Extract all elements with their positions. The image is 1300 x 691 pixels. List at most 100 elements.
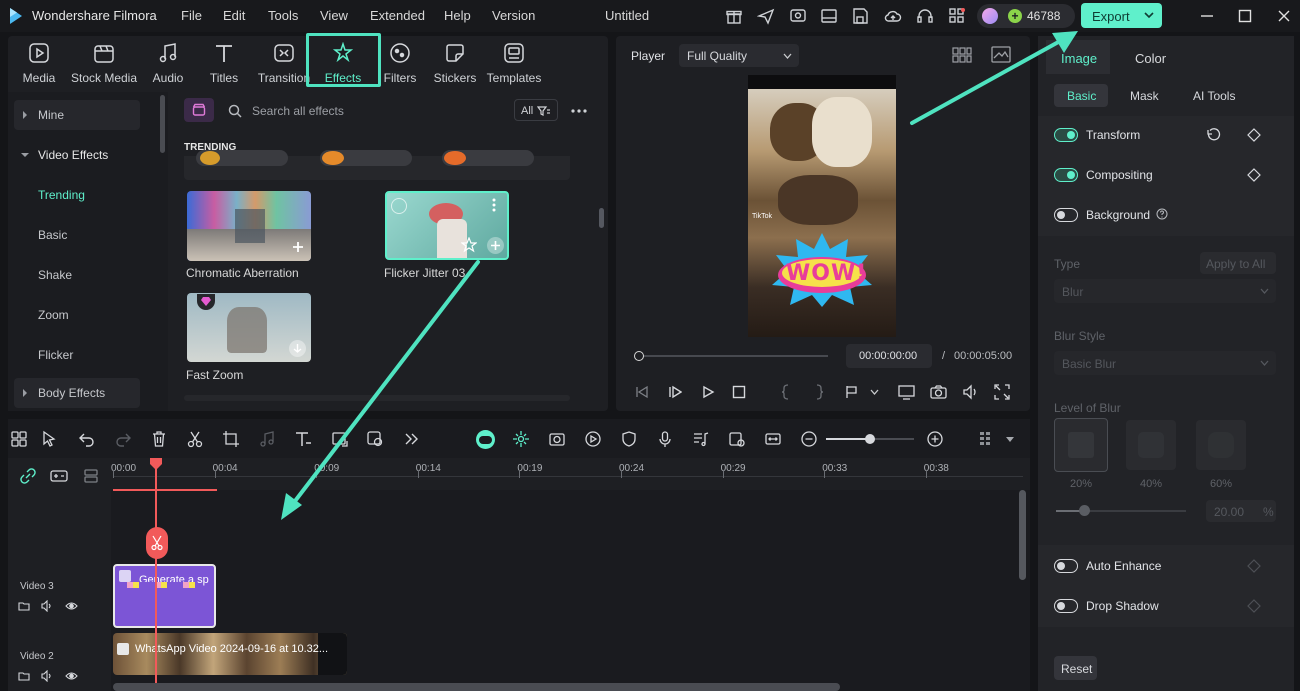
compositing-toggle[interactable]: [1054, 168, 1078, 182]
keyframe-diamond-icon[interactable]: [1247, 559, 1261, 573]
menu-version[interactable]: Version: [492, 8, 535, 23]
resize-icon[interactable]: [331, 430, 349, 448]
sidebar-item-basic[interactable]: Basic: [14, 220, 140, 250]
marker-icon[interactable]: [844, 384, 860, 400]
background-toggle[interactable]: [1054, 208, 1078, 222]
zoom-slider-handle[interactable]: [865, 434, 875, 444]
fit-width-icon[interactable]: [764, 430, 782, 448]
select-tool-icon[interactable]: [41, 430, 59, 448]
chevron-down-icon[interactable]: [1144, 11, 1154, 19]
tag-chip[interactable]: [442, 150, 534, 166]
cloud-upload-icon[interactable]: [884, 7, 902, 25]
effect-thumbnail-fast-zoom[interactable]: [187, 293, 311, 362]
apply-to-all-button[interactable]: Apply to All: [1200, 252, 1276, 274]
sidebar-item-flicker[interactable]: Flicker: [14, 340, 140, 370]
toolbar-audio[interactable]: Audio: [148, 38, 188, 85]
playhead-line[interactable]: [155, 458, 157, 691]
zoom-out-icon[interactable]: [800, 430, 818, 448]
filter-dropdown[interactable]: All: [514, 99, 558, 121]
timeline-vertical-scrollbar[interactable]: [1019, 490, 1026, 580]
toolbar-media[interactable]: Media: [16, 38, 62, 85]
auto-beat-sync-icon[interactable]: [512, 430, 530, 448]
camera-icon[interactable]: [930, 384, 947, 400]
eye-icon[interactable]: [65, 601, 78, 611]
avatar[interactable]: [982, 8, 998, 24]
folder-icon[interactable]: [18, 600, 30, 612]
more-options-icon[interactable]: [570, 108, 588, 114]
toolbar-templates[interactable]: Templates: [484, 38, 544, 85]
stop-icon[interactable]: [732, 385, 746, 399]
menu-view[interactable]: View: [320, 8, 348, 23]
subtab-basic[interactable]: Basic: [1054, 84, 1108, 107]
clip-settings-icon[interactable]: [728, 430, 746, 448]
close-icon[interactable]: [1276, 8, 1292, 24]
video-2-clip[interactable]: WhatsApp Video 2024-09-16 at 10.32...: [113, 633, 347, 675]
volume-icon[interactable]: [962, 384, 979, 400]
maximize-icon[interactable]: [1237, 8, 1253, 24]
in-out-range-bar[interactable]: [113, 489, 217, 491]
chevron-down-icon[interactable]: [870, 389, 879, 395]
previous-frame-icon[interactable]: [635, 385, 649, 399]
keyframe-diamond-icon[interactable]: [1247, 599, 1261, 613]
add-icon[interactable]: [487, 237, 504, 254]
tag-chip[interactable]: [320, 150, 412, 166]
effects-scrollbar[interactable]: [599, 208, 604, 228]
timeline-horizontal-scrollbar[interactable]: [113, 683, 840, 691]
mark-out-icon[interactable]: [814, 384, 824, 400]
search-input[interactable]: Search all effects: [252, 104, 344, 118]
menu-help[interactable]: Help: [444, 8, 471, 23]
track-options-icon[interactable]: [977, 430, 995, 448]
favorite-star-icon[interactable]: [461, 237, 477, 253]
preview-icon[interactable]: [391, 198, 407, 214]
drop-shadow-toggle[interactable]: [1054, 599, 1078, 613]
undo-icon[interactable]: [78, 430, 96, 448]
sidebar-scrollbar[interactable]: [160, 95, 165, 153]
send-icon[interactable]: [757, 7, 775, 25]
fullscreen-icon[interactable]: [994, 384, 1010, 400]
add-track-icon[interactable]: [50, 469, 68, 483]
sidebar-item-mine[interactable]: Mine: [14, 100, 140, 130]
grid-view-icon[interactable]: [952, 47, 972, 63]
effect-thumbnail-chromatic-aberration[interactable]: [187, 191, 311, 261]
mark-in-icon[interactable]: [781, 384, 791, 400]
layout-icon[interactable]: [820, 7, 838, 25]
type-dropdown[interactable]: Blur: [1054, 279, 1276, 303]
audio-beat-icon[interactable]: [258, 430, 276, 448]
link-icon[interactable]: [20, 468, 36, 484]
reset-rotate-icon[interactable]: [1205, 126, 1221, 142]
eye-icon[interactable]: [65, 671, 78, 681]
sidebar-item-trending[interactable]: Trending: [14, 180, 140, 210]
menu-tools[interactable]: Tools: [268, 8, 298, 23]
menu-file[interactable]: File: [181, 8, 202, 23]
card-more-icon[interactable]: [491, 198, 497, 212]
keyframe-diamond-icon[interactable]: [1247, 168, 1261, 182]
sidebar-item-zoom[interactable]: Zoom: [14, 300, 140, 330]
menu-extended[interactable]: Extended: [370, 8, 425, 23]
scene-detection-icon[interactable]: [548, 430, 566, 448]
help-icon[interactable]: [1156, 208, 1168, 220]
blur-level-slider-handle[interactable]: [1079, 505, 1090, 516]
video-3-clip[interactable]: Generate a sp: [113, 564, 216, 628]
keyframe-diamond-icon[interactable]: [1247, 128, 1261, 142]
chevron-down-icon[interactable]: [1006, 437, 1014, 442]
subtab-mask[interactable]: Mask: [1130, 89, 1159, 103]
play-icon[interactable]: [701, 385, 715, 399]
quality-dropdown[interactable]: Full Quality: [679, 44, 799, 67]
text-tool-icon[interactable]: [294, 430, 312, 448]
sidebar-item-video-effects[interactable]: Video Effects: [14, 140, 140, 170]
display-settings-icon[interactable]: [898, 384, 915, 400]
toolbar-filters[interactable]: Filters: [380, 38, 420, 85]
toolbar-titles[interactable]: Titles: [204, 38, 244, 85]
delete-icon[interactable]: [150, 430, 168, 448]
transform-toggle[interactable]: [1054, 128, 1078, 142]
reset-button[interactable]: Reset: [1054, 656, 1097, 680]
mute-speaker-icon[interactable]: [41, 600, 54, 612]
apps-grid-icon[interactable]: [948, 7, 966, 25]
auto-enhance-toggle[interactable]: [1054, 559, 1078, 573]
microphone-icon[interactable]: [656, 430, 674, 448]
layout-panels-icon[interactable]: [10, 430, 28, 448]
folder-icon[interactable]: [18, 670, 30, 682]
playhead-handle[interactable]: [150, 458, 162, 470]
mute-speaker-icon[interactable]: [41, 670, 54, 682]
blur-level-option[interactable]: [1196, 420, 1246, 470]
